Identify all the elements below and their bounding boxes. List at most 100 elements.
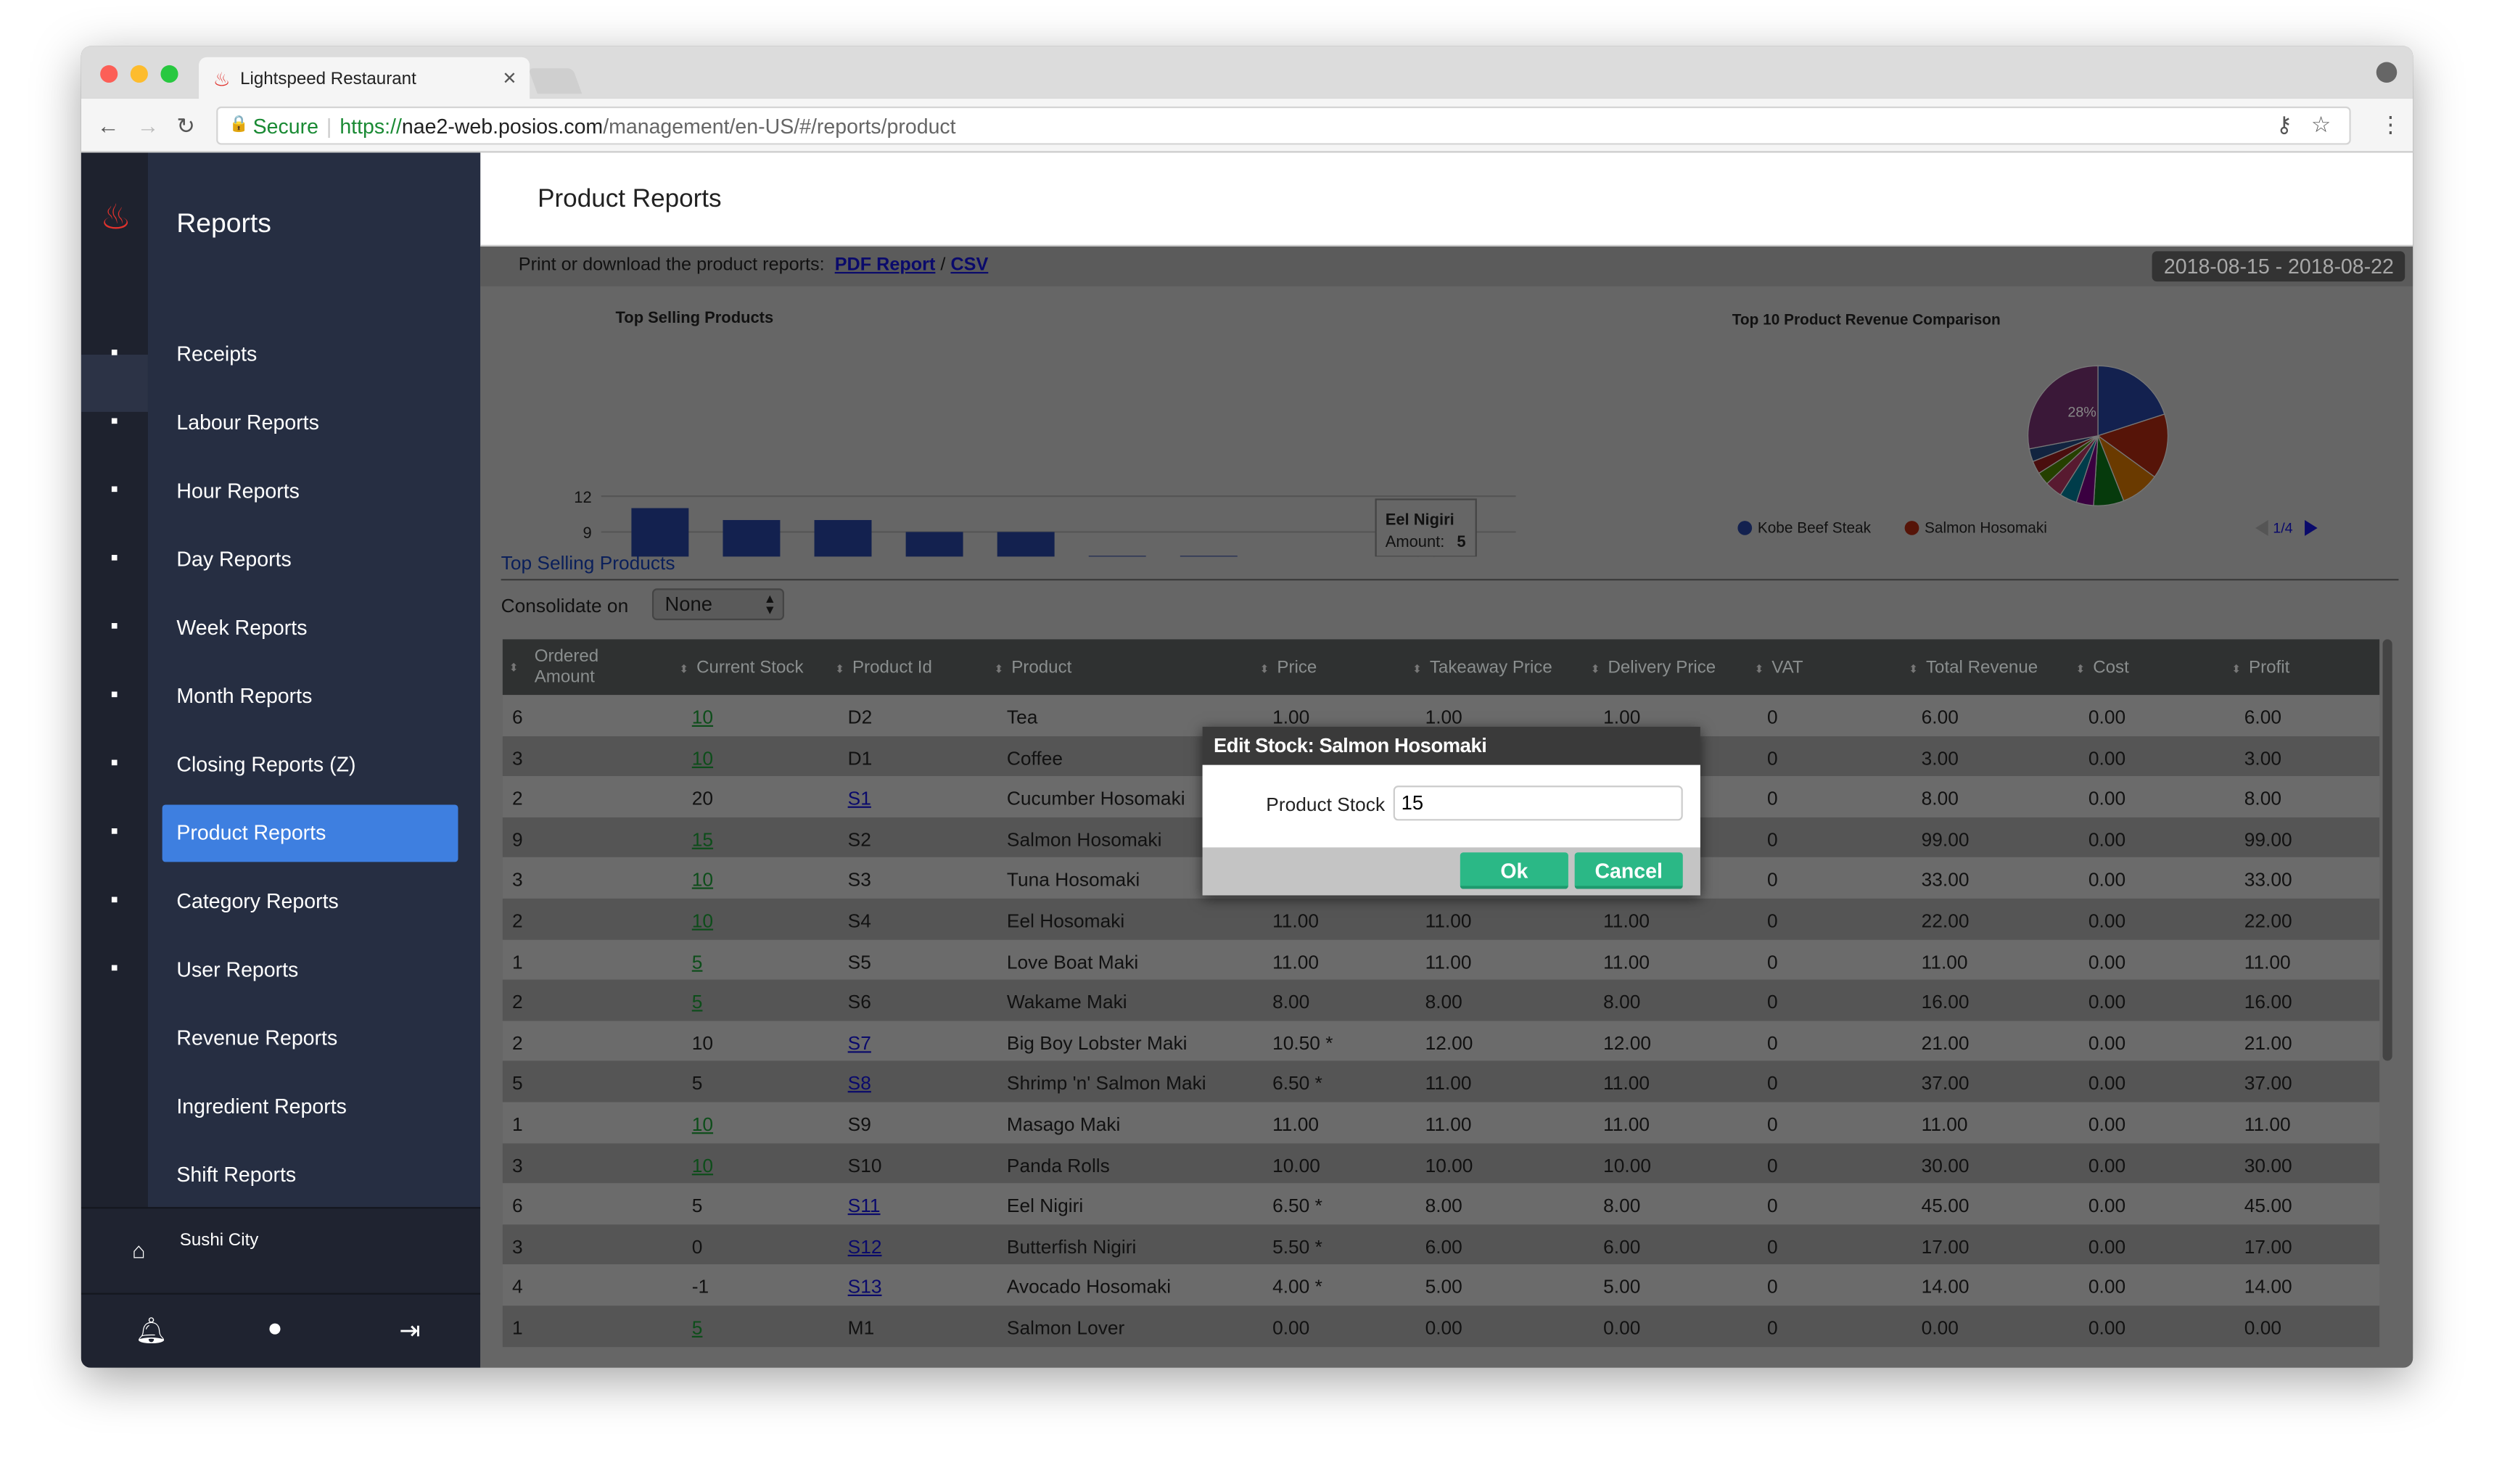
clipboard-icon[interactable]: ▪ (100, 407, 128, 435)
forward-icon[interactable]: → (137, 113, 160, 139)
product-icon[interactable]: ▪ (100, 817, 128, 846)
stock-link[interactable]: 10 (692, 910, 713, 932)
stock-link[interactable]: 10 (692, 1113, 713, 1136)
stock-link[interactable]: 5 (692, 991, 703, 1013)
star-icon[interactable]: ☆ (2311, 111, 2332, 138)
y-tick-label: 9 (583, 524, 591, 542)
product-id-link[interactable]: S8 (848, 1073, 871, 1095)
cell: 4.00 * (1272, 1276, 1322, 1298)
back-icon[interactable]: ← (97, 113, 120, 139)
column-header[interactable]: ⬍ Product (994, 659, 1071, 677)
profile-icon[interactable] (2376, 62, 2398, 83)
minimize-window-button[interactable] (130, 65, 148, 83)
table-scrollbar[interactable] (2382, 639, 2392, 1061)
column-header[interactable]: ⬍ Total Revenue (1909, 659, 2038, 677)
cell: 2 (512, 787, 523, 810)
column-header[interactable]: ⬍ VAT (1754, 659, 1803, 677)
menu-icon[interactable]: ⋮ (2379, 111, 2402, 138)
consolidate-value: None (664, 593, 713, 616)
product-id-link[interactable]: S1 (848, 788, 871, 810)
cell: 2 (512, 1031, 523, 1055)
date-range-badge[interactable]: 2018-08-15 - 2018-08-22 (2152, 251, 2405, 282)
column-header[interactable]: ⬍ Cost (2075, 659, 2128, 677)
cell: 10 (691, 1031, 714, 1055)
help-icon[interactable]: ▪ (100, 955, 128, 983)
product-id-link[interactable]: S12 (848, 1235, 882, 1258)
column-header[interactable]: ⬍ Takeaway Price (1412, 659, 1552, 677)
cell: 6 (512, 706, 523, 729)
column-header[interactable]: ⬍ Profit (2231, 659, 2289, 677)
product-id-link[interactable]: S13 (848, 1276, 882, 1298)
browser-tab[interactable]: ♨ Lightspeed Restaurant ✕ (199, 57, 530, 99)
cell: 0 (1766, 991, 1778, 1014)
layers-icon[interactable]: ▪ (100, 612, 128, 640)
stock-link[interactable]: 5 (692, 950, 703, 973)
id-card-icon[interactable]: ▪ (100, 476, 128, 504)
cell: Eel Hosomaki (1006, 910, 1125, 932)
close-window-button[interactable] (100, 65, 118, 83)
column-header[interactable]: ⬍ Delivery Price (1591, 659, 1716, 677)
sidebar-item-month-reports[interactable]: Month Reports (162, 668, 458, 725)
sidebar-item-day-reports[interactable]: Day Reports (162, 531, 458, 588)
cell: 0 (1766, 828, 1778, 851)
sidebar-item-closing-reports-z[interactable]: Closing Reports (Z) (162, 736, 458, 793)
stock-link[interactable]: 10 (692, 706, 713, 729)
product-id-link[interactable]: S11 (848, 1195, 881, 1217)
sidebar-item-receipts[interactable]: Receipts (162, 326, 458, 383)
sidebar-item-shift-reports[interactable]: Shift Reports (162, 1147, 458, 1204)
stock-link[interactable]: 10 (692, 1154, 713, 1176)
prev-page-icon[interactable] (2255, 519, 2268, 536)
key-icon[interactable]: ⚷ (2276, 111, 2293, 138)
store-name: Sushi City (179, 1231, 259, 1250)
stock-link[interactable]: 15 (692, 828, 713, 851)
sidebar-item-category-reports[interactable]: Category Reports (162, 873, 458, 931)
pdf-report-link[interactable]: PDF Report (835, 256, 936, 275)
column-header[interactable]: ⬍ Ordered Amount (509, 647, 608, 688)
maximize-window-button[interactable] (160, 65, 178, 83)
csv-link[interactable]: CSV (950, 256, 988, 275)
day-icon[interactable]: ▪ (100, 544, 128, 572)
cell: 5.50 * (1272, 1235, 1322, 1258)
cell: 0.00 (2088, 1072, 2126, 1095)
sidebar-item-ingredient-reports[interactable]: Ingredient Reports (162, 1079, 458, 1136)
column-header[interactable]: ⬍ Price (1260, 659, 1317, 677)
cell: 8.00 (2244, 787, 2281, 810)
month-icon[interactable]: ▪ (100, 680, 128, 709)
logout-icon[interactable]: ⇥ (399, 1315, 420, 1347)
product-id-link[interactable]: S7 (848, 1031, 871, 1054)
sidebar-item-hour-reports[interactable]: Hour Reports (162, 463, 458, 520)
sidebar-item-product-reports[interactable]: Product Reports (162, 804, 458, 862)
consolidate-select[interactable]: None ▲ ▼ (651, 588, 784, 621)
url-input[interactable]: 🔒 Secure | https://nae2-web.posios.com/mana… (216, 106, 2351, 145)
sidebar-item-revenue-reports[interactable]: Revenue Reports (162, 1010, 458, 1067)
cell: 14.00 (2244, 1276, 2292, 1298)
ok-button[interactable]: Ok (1460, 852, 1568, 889)
cell: Panda Rolls (1006, 1153, 1110, 1176)
legend-label: Kobe Beef Steak (1758, 520, 1872, 537)
printer-icon[interactable]: ▪ (100, 749, 128, 778)
cell: 1.00 (1425, 706, 1462, 729)
store-selector[interactable]: ⌂ Sushi City (81, 1207, 481, 1295)
cell: Butterfish Nigiri (1006, 1235, 1137, 1258)
user-icon[interactable]: ● (267, 1315, 282, 1343)
cancel-button[interactable]: Cancel (1574, 852, 1683, 889)
bar-chart-icon[interactable]: ▪ (100, 339, 128, 367)
new-tab-button[interactable] (528, 68, 583, 94)
stock-link[interactable]: 5 (692, 1316, 703, 1339)
stock-link[interactable]: 10 (692, 869, 713, 891)
sidebar-item-labour-reports[interactable]: Labour Reports (162, 395, 458, 452)
cell: Wakame Maki (1006, 991, 1127, 1014)
cell: 1.00 (1603, 706, 1641, 729)
gear-icon[interactable]: ▪ (100, 886, 128, 914)
stock-link[interactable]: 10 (692, 747, 713, 770)
product-stock-input[interactable] (1393, 786, 1683, 821)
bell-icon[interactable]: 🔔︎ (135, 1315, 168, 1347)
sidebar-item-user-reports[interactable]: User Reports (162, 941, 458, 999)
column-header[interactable]: ⬍ Product Id (835, 659, 932, 677)
close-tab-icon[interactable]: ✕ (502, 68, 517, 88)
next-page-icon[interactable] (2305, 519, 2318, 536)
column-header-label: VAT (1771, 658, 1803, 678)
sidebar-item-week-reports[interactable]: Week Reports (162, 600, 458, 657)
column-header[interactable]: ⬍ Current Stock (679, 659, 803, 677)
reload-icon[interactable]: ↻ (176, 113, 195, 140)
